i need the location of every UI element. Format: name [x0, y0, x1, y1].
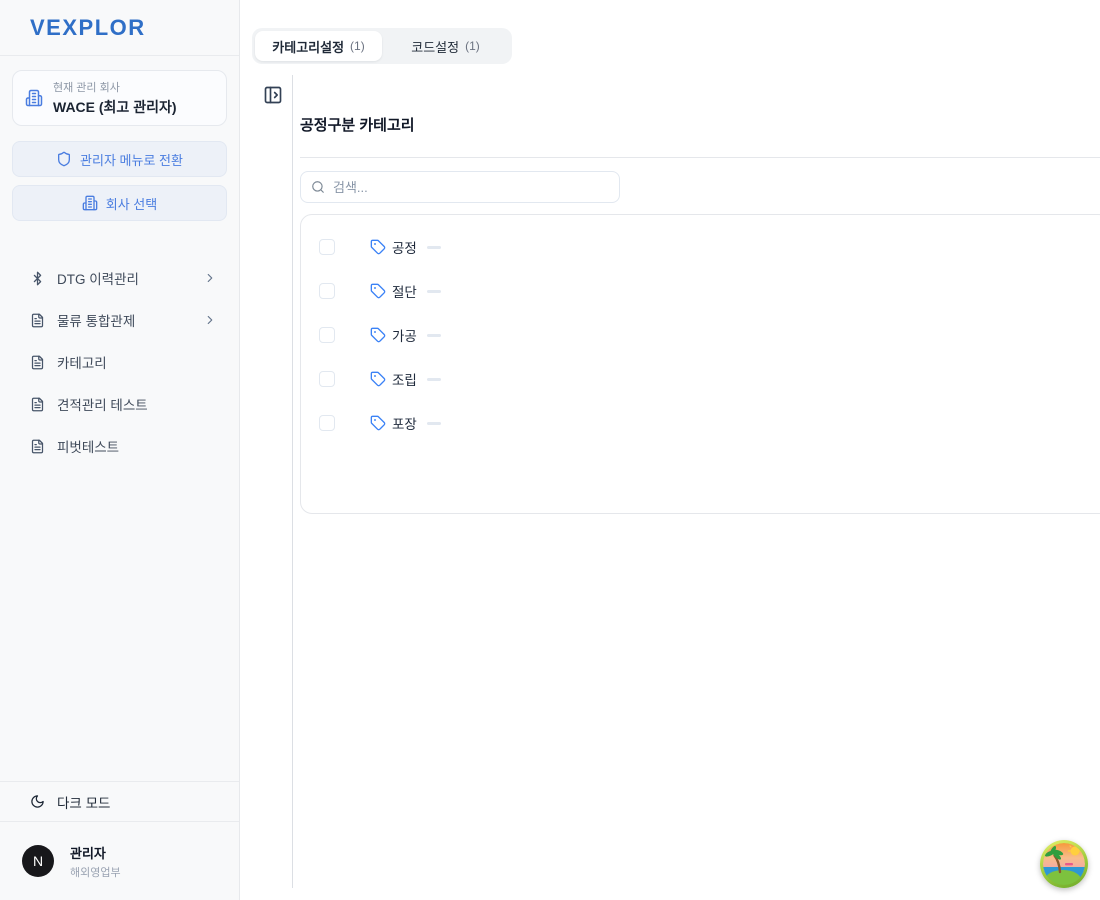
category-list: 공정 절단 가공 조립: [300, 214, 1100, 514]
tab-category-settings[interactable]: 카테고리설정 (1): [255, 31, 382, 61]
category-label[interactable]: 포장: [392, 413, 417, 433]
document-icon: [30, 439, 45, 454]
category-dash: [427, 378, 441, 381]
sidebar-item-label: DTG 이력관리: [57, 268, 191, 288]
sidebar-item-pivot-test[interactable]: 피벗테스트: [12, 425, 227, 467]
category-checkbox[interactable]: [319, 283, 335, 299]
sidebar-item-logistics-control[interactable]: 물류 통합관제: [12, 299, 227, 341]
user-profile[interactable]: N 관리자 해외영업부: [0, 822, 239, 900]
category-row: 가공: [301, 313, 1100, 357]
chevron-right-icon: [203, 313, 217, 327]
category-checkbox[interactable]: [319, 371, 335, 387]
island-widget-button[interactable]: [1040, 840, 1088, 888]
category-row: 조립: [301, 357, 1100, 401]
logo-area: VEXPLOR: [0, 0, 239, 56]
palm-island-icon: [1043, 843, 1085, 885]
vexplor-logo: VEXPLOR: [30, 15, 146, 41]
bluetooth-icon: [30, 271, 45, 286]
panel-expand-icon[interactable]: [263, 85, 283, 105]
category-dash: [427, 422, 441, 425]
company-select-button[interactable]: 회사 선택: [12, 185, 227, 221]
settings-tabbar: 카테고리설정 (1) 코드설정 (1): [252, 28, 512, 64]
user-name: 관리자: [70, 843, 121, 862]
user-department: 해외영업부: [70, 864, 121, 880]
category-label[interactable]: 조립: [392, 369, 417, 389]
sidebar: VEXPLOR 현재 관리 회사 WACE (최고 관리자) 관리자 메뉴로 전…: [0, 0, 240, 900]
category-dash: [427, 334, 441, 337]
tag-icon: [370, 283, 386, 299]
building-icon: [25, 89, 43, 107]
category-search: [300, 171, 620, 203]
category-row: 공정: [301, 225, 1100, 269]
sidebar-item-dtg-history[interactable]: DTG 이력관리: [12, 257, 227, 299]
sidebar-nav: DTG 이력관리 물류 통합관제: [12, 257, 227, 467]
sidebar-item-label: 피벗테스트: [57, 436, 217, 456]
document-icon: [30, 313, 45, 328]
category-dash: [427, 246, 441, 249]
sidebar-item-category[interactable]: 카테고리: [12, 341, 227, 383]
admin-menu-switch-button[interactable]: 관리자 메뉴로 전환: [12, 141, 227, 177]
tag-icon: [370, 415, 386, 431]
tag-icon: [370, 239, 386, 255]
search-input[interactable]: [333, 180, 609, 195]
category-row: 포장: [301, 401, 1100, 445]
current-company-name: WACE (최고 관리자): [53, 97, 177, 117]
category-label[interactable]: 가공: [392, 325, 417, 345]
document-icon: [30, 397, 45, 412]
company-select-label: 회사 선택: [106, 194, 157, 213]
category-checkbox[interactable]: [319, 327, 335, 343]
sidebar-item-label: 카테고리: [57, 352, 217, 372]
app-window: VEXPLOR 현재 관리 회사 WACE (최고 관리자) 관리자 메뉴로 전…: [0, 0, 1100, 900]
moon-icon: [30, 794, 45, 809]
tab-label: 카테고리설정: [272, 37, 344, 56]
tab-code-settings[interactable]: 코드설정 (1): [382, 31, 509, 61]
category-label[interactable]: 공정: [392, 237, 417, 257]
document-icon: [30, 355, 45, 370]
search-icon: [311, 180, 325, 194]
title-divider: [300, 157, 1100, 158]
avatar: N: [22, 845, 54, 877]
sidebar-item-quote-test[interactable]: 견적관리 테스트: [12, 383, 227, 425]
sidebar-item-label: 견적관리 테스트: [57, 394, 217, 414]
dark-mode-label: 다크 모드: [57, 792, 110, 812]
tab-count: (1): [465, 39, 480, 53]
shield-icon: [56, 151, 72, 167]
current-company-label: 현재 관리 회사: [53, 79, 177, 95]
current-company-card: 현재 관리 회사 WACE (최고 관리자): [12, 70, 227, 126]
category-label[interactable]: 절단: [392, 281, 417, 301]
admin-menu-switch-label: 관리자 메뉴로 전환: [80, 150, 183, 169]
tab-label: 코드설정: [411, 37, 459, 56]
category-checkbox[interactable]: [319, 415, 335, 431]
category-checkbox[interactable]: [319, 239, 335, 255]
tab-count: (1): [350, 39, 365, 53]
category-row: 절단: [301, 269, 1100, 313]
tag-icon: [370, 371, 386, 387]
dark-mode-toggle[interactable]: 다크 모드: [0, 781, 239, 822]
tag-icon: [370, 327, 386, 343]
chevron-right-icon: [203, 271, 217, 285]
page-title: 공정구분 카테고리: [300, 114, 1100, 135]
sidebar-item-label: 물류 통합관제: [57, 310, 191, 330]
content-divider: [292, 75, 293, 888]
building-icon: [82, 195, 98, 211]
category-dash: [427, 290, 441, 293]
